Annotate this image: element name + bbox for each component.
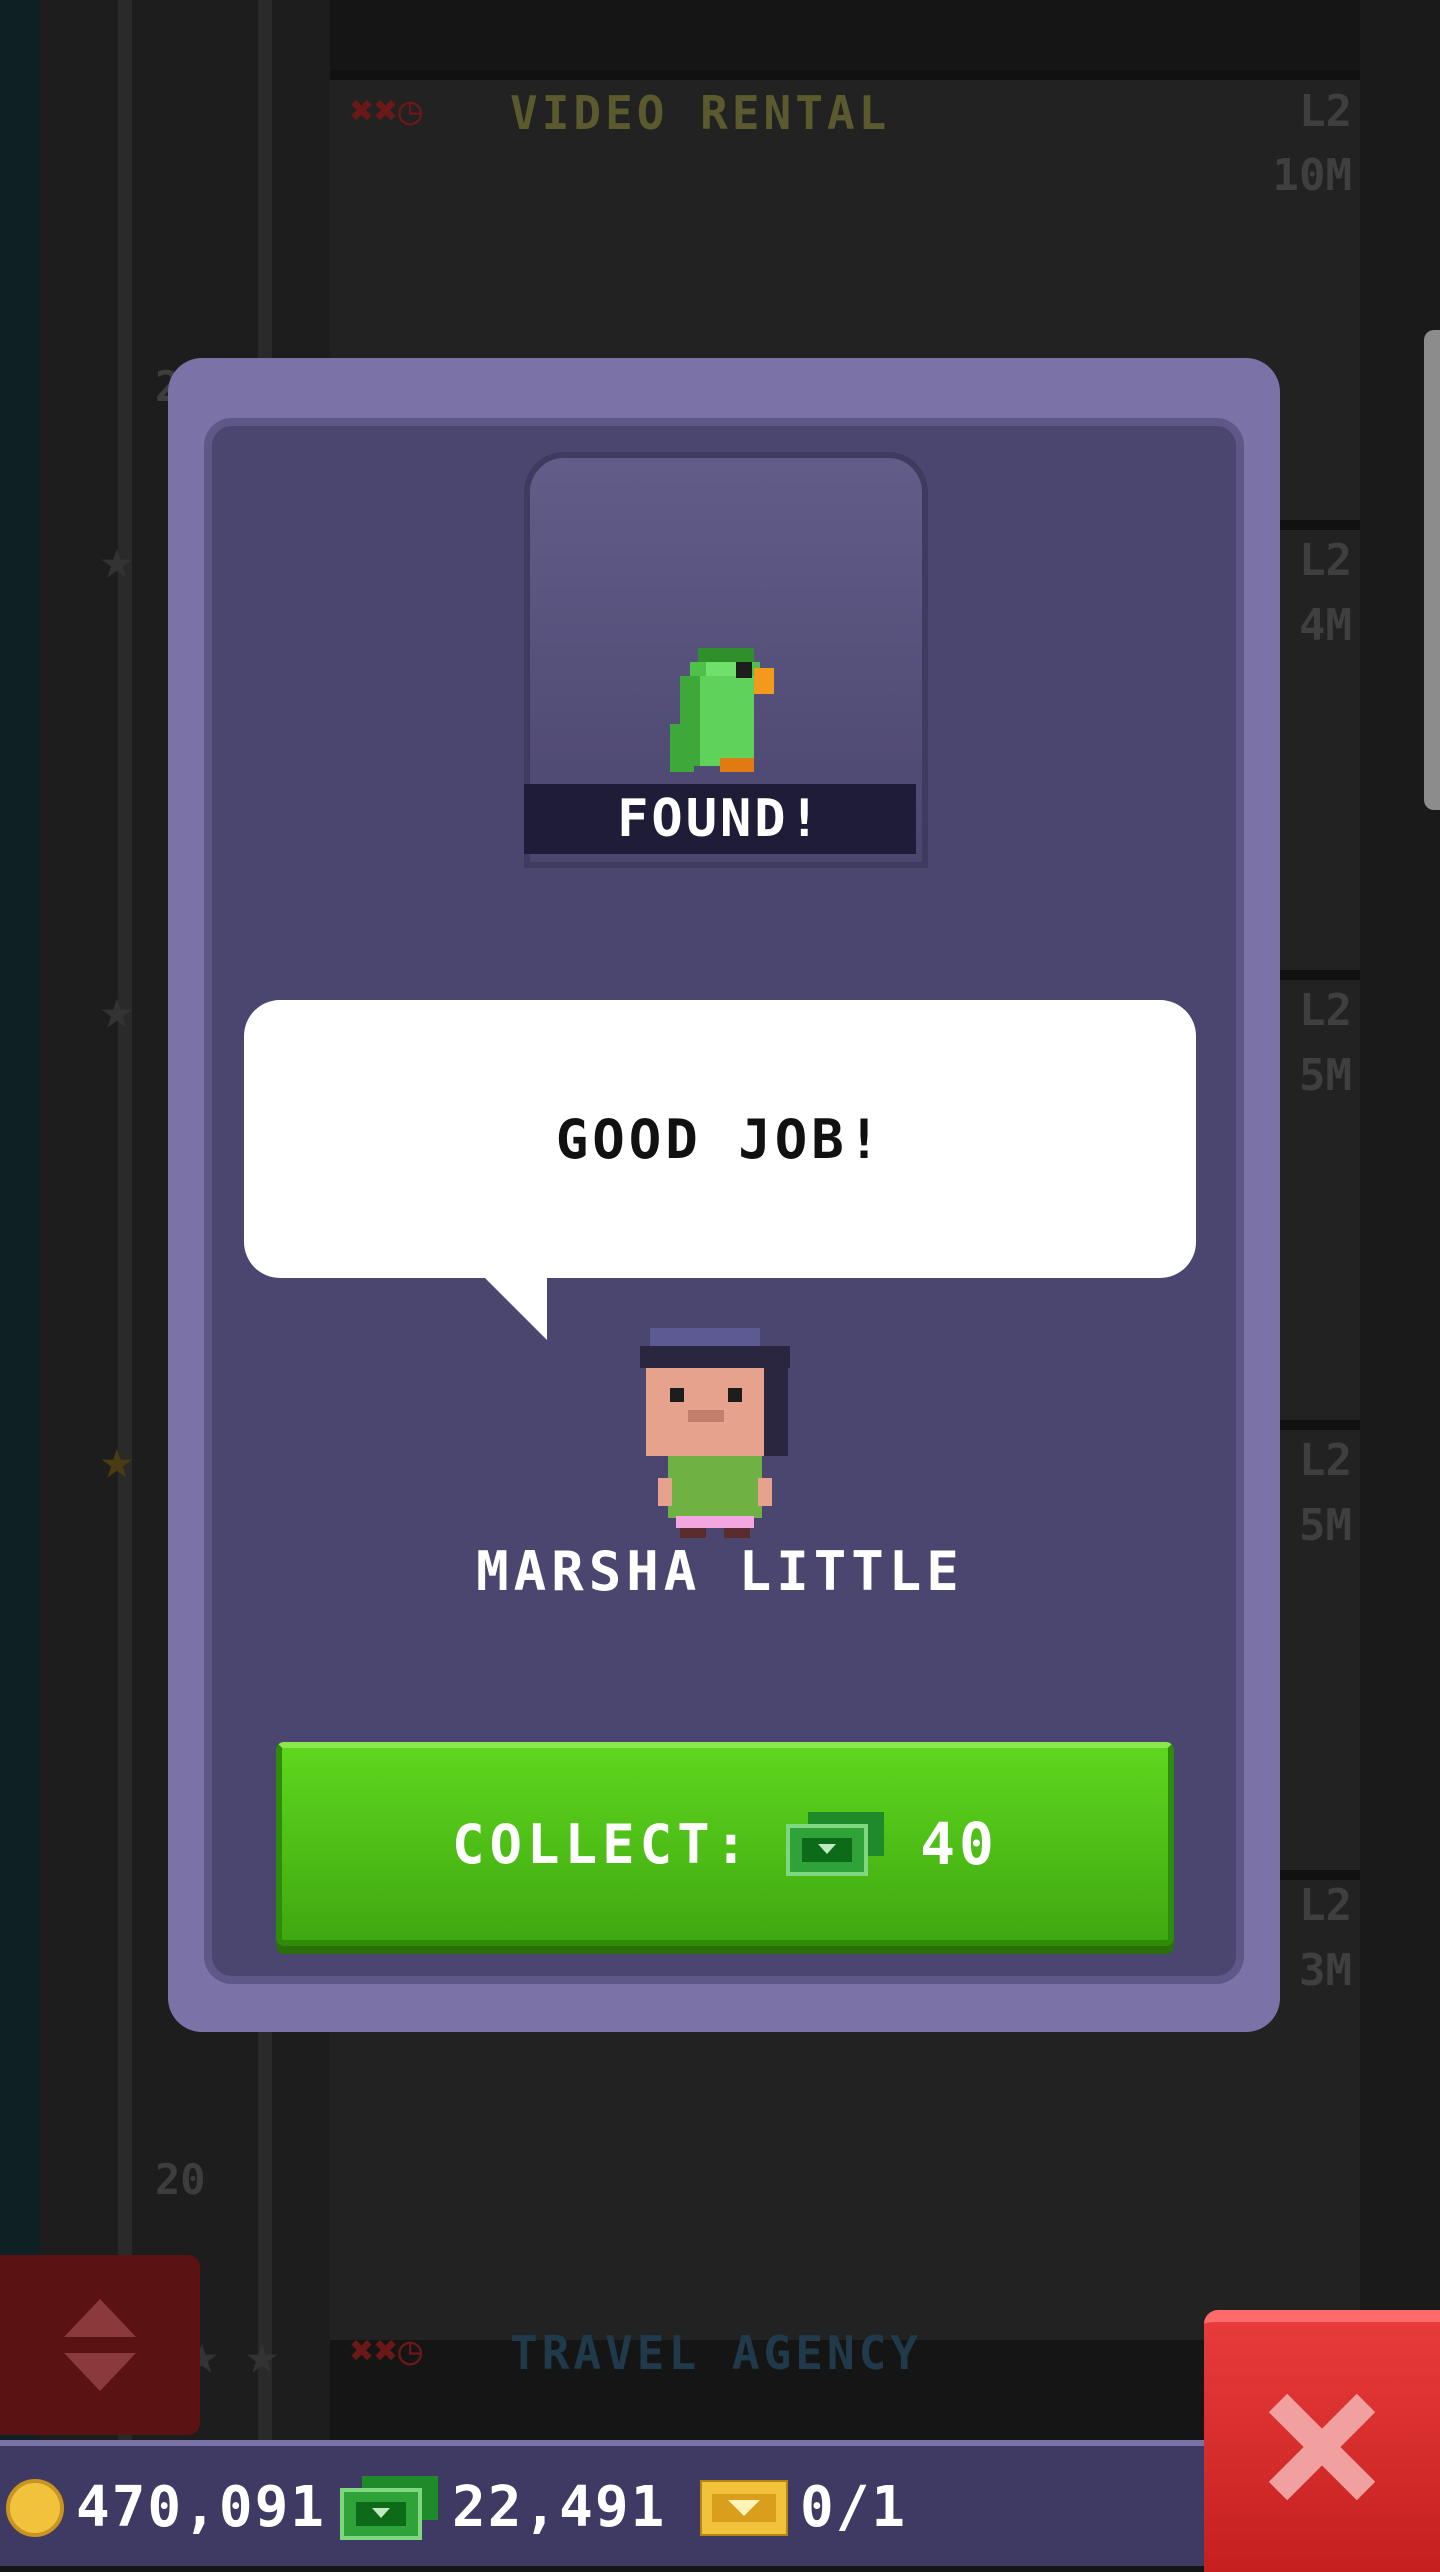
- up-down-arrows-icon: [64, 2299, 136, 2391]
- coin-icon: [6, 2478, 64, 2537]
- elevator-button[interactable]: [0, 2255, 200, 2435]
- floor-value: 5M: [1299, 1050, 1352, 1101]
- bux-value: 22,491: [452, 2475, 667, 2540]
- shaft-floor-number: 20: [155, 2155, 206, 2204]
- star-icon: ★: [100, 527, 134, 592]
- floor-level: L2: [1299, 86, 1352, 137]
- floor-level: L2: [1299, 1880, 1352, 1931]
- collect-label: COLLECT:: [452, 1812, 753, 1876]
- floor-value: 4M: [1299, 600, 1352, 651]
- speech-text: GOOD JOB!: [555, 1107, 885, 1171]
- floor-status-icons: ✖✖◷: [350, 2328, 423, 2374]
- side-scroll-tab[interactable]: [1424, 330, 1440, 810]
- coins-counter: 470,091: [6, 2475, 326, 2540]
- floor-value: 3M: [1299, 1945, 1352, 1996]
- close-button[interactable]: [1204, 2310, 1440, 2572]
- sky-strip: [0, 0, 40, 2440]
- floor-value: 5M: [1299, 1500, 1352, 1551]
- bux-icon: [340, 2475, 438, 2540]
- elevator-rail: [118, 0, 132, 2440]
- found-label: FOUND!: [524, 784, 916, 854]
- floor-level: L2: [1299, 985, 1352, 1036]
- bux-counter: 22,491: [340, 2475, 666, 2540]
- star-icon: ★: [100, 977, 134, 1042]
- parrot-icon: [670, 648, 774, 772]
- collect-button[interactable]: COLLECT: 40: [276, 1742, 1174, 1946]
- floor-name: VIDEO RENTAL: [510, 86, 891, 140]
- tickets-counter: 0/1: [700, 2475, 907, 2540]
- bitizen-avatar: [640, 1328, 790, 1538]
- floor-level: L2: [1299, 535, 1352, 586]
- speech-bubble-tail: [485, 1278, 547, 1340]
- tickets-value: 0/1: [800, 2475, 908, 2540]
- floor-status-icons: ✖✖◷: [350, 88, 423, 134]
- star-icon: ★: [100, 1427, 134, 1492]
- character-name: MARSHA LITTLE: [476, 1540, 964, 1603]
- floor-name: TRAVEL AGENCY: [510, 2326, 923, 2380]
- golden-ticket-icon: [700, 2479, 788, 2536]
- floor-level: L2: [1299, 1435, 1352, 1486]
- close-icon: [1268, 2393, 1376, 2501]
- speech-bubble: GOOD JOB!: [244, 1000, 1196, 1278]
- floor-value: 10M: [1272, 150, 1352, 201]
- bux-icon: [786, 1812, 885, 1876]
- coins-value: 470,091: [76, 2475, 327, 2540]
- collect-amount: 40: [920, 1810, 998, 1878]
- star-icon: ★: [245, 2322, 279, 2387]
